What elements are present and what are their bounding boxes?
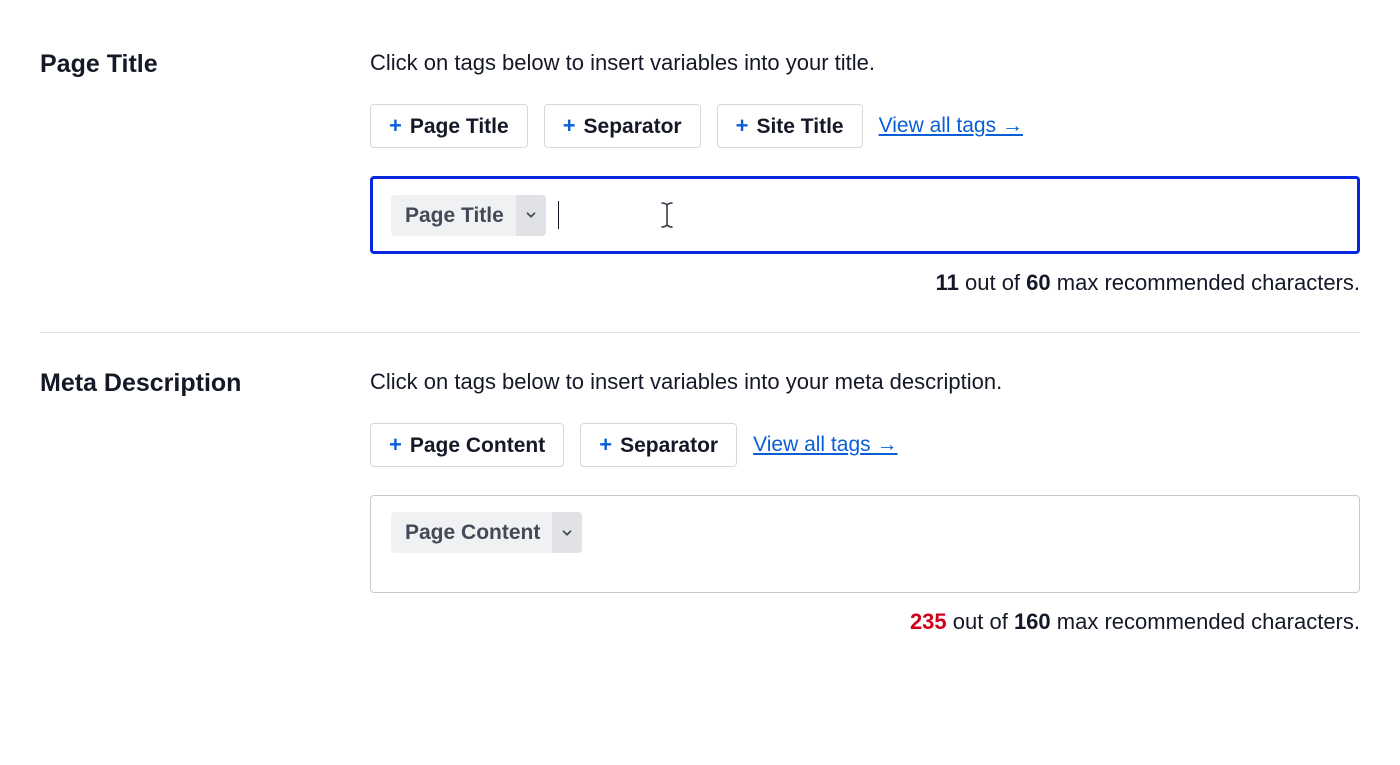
meta-description-heading: Meta Description — [40, 369, 350, 398]
counter-count: 235 — [910, 609, 947, 634]
page-title-label-col: Page Title — [40, 50, 370, 296]
tag-button-label: Separator — [584, 116, 682, 137]
token-label: Page Content — [391, 512, 552, 553]
page-title-input[interactable]: Page Title — [370, 176, 1360, 254]
counter-suffix: max recommended characters. — [1051, 270, 1360, 295]
tag-button-page-title[interactable]: + Page Title — [370, 104, 528, 148]
meta-description-input[interactable]: Page Content — [370, 495, 1360, 593]
page-title-section: Page Title Click on tags below to insert… — [40, 30, 1360, 332]
text-cursor-icon — [657, 202, 677, 228]
plus-icon: + — [599, 434, 612, 456]
counter-max: 160 — [1014, 609, 1051, 634]
tag-button-label: Separator — [620, 435, 718, 456]
meta-description-content-col: Click on tags below to insert variables … — [370, 369, 1360, 635]
chevron-down-icon[interactable] — [552, 512, 582, 553]
page-title-heading: Page Title — [40, 50, 350, 79]
counter-max: 60 — [1026, 270, 1050, 295]
plus-icon: + — [389, 115, 402, 137]
plus-icon: + — [736, 115, 749, 137]
chevron-down-icon[interactable] — [516, 195, 546, 236]
plus-icon: + — [389, 434, 402, 456]
tag-button-site-title[interactable]: + Site Title — [717, 104, 863, 148]
text-caret — [558, 201, 559, 229]
counter-out-of: out of — [947, 609, 1014, 634]
tag-button-label: Page Title — [410, 116, 509, 137]
tag-button-separator[interactable]: + Separator — [580, 423, 737, 467]
counter-out-of: out of — [959, 270, 1026, 295]
tag-button-label: Site Title — [756, 116, 843, 137]
token-page-content[interactable]: Page Content — [391, 512, 582, 553]
page-title-content-col: Click on tags below to insert variables … — [370, 50, 1360, 296]
page-title-tag-row: + Page Title + Separator + Site Title Vi… — [370, 104, 1360, 148]
meta-description-tag-row: + Page Content + Separator View all tags… — [370, 423, 1360, 467]
meta-description-label-col: Meta Description — [40, 369, 370, 635]
page-title-instruction: Click on tags below to insert variables … — [370, 50, 1360, 76]
meta-description-instruction: Click on tags below to insert variables … — [370, 369, 1360, 395]
view-all-tags-link[interactable]: View all tags → — [879, 114, 1023, 138]
counter-suffix: max recommended characters. — [1051, 609, 1360, 634]
tag-button-page-content[interactable]: + Page Content — [370, 423, 564, 467]
tag-button-label: Page Content — [410, 435, 545, 456]
tag-button-separator[interactable]: + Separator — [544, 104, 701, 148]
token-page-title[interactable]: Page Title — [391, 195, 546, 236]
plus-icon: + — [563, 115, 576, 137]
meta-description-section: Meta Description Click on tags below to … — [40, 332, 1360, 671]
token-label: Page Title — [391, 195, 516, 236]
page-title-counter: 11 out of 60 max recommended characters. — [370, 270, 1360, 296]
counter-count: 11 — [936, 270, 959, 295]
view-all-tags-link[interactable]: View all tags → — [753, 433, 897, 457]
meta-description-counter: 235 out of 160 max recommended character… — [370, 609, 1360, 635]
